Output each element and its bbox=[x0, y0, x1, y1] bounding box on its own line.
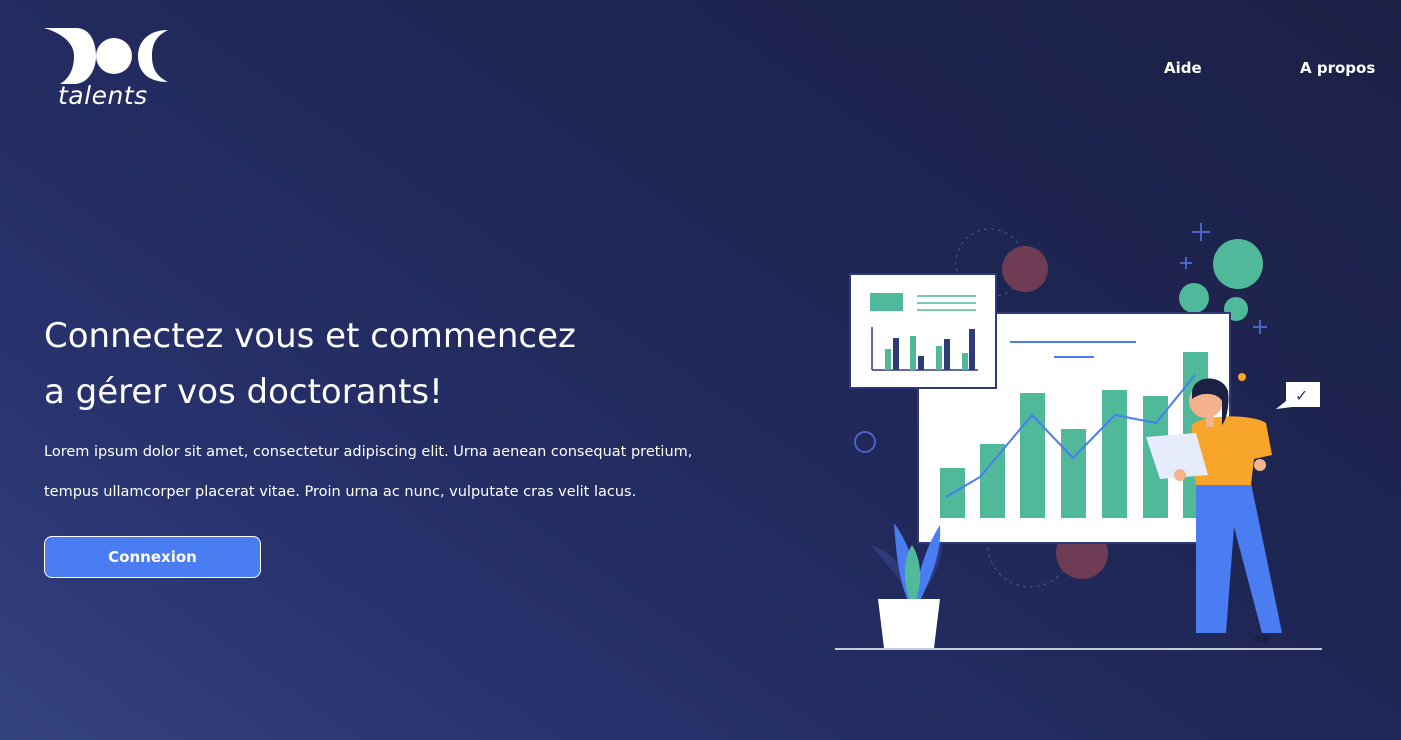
hero-description-line-1: Lorem ipsum dolor sit amet, consectetur … bbox=[44, 444, 693, 460]
logo-wordmark: talents bbox=[58, 81, 148, 110]
nav-link-apropos[interactable]: A propos bbox=[1300, 58, 1375, 78]
main-bar bbox=[1020, 393, 1045, 518]
checkmark-icon: ✓ bbox=[1295, 386, 1308, 405]
hero-description-line-2: tempus ullamcorper placerat vitae. Proin… bbox=[44, 484, 637, 500]
plant-icon bbox=[870, 523, 942, 648]
main-bar bbox=[1102, 390, 1127, 518]
decor-maroon-circle-top bbox=[1002, 246, 1048, 292]
connexion-button[interactable]: Connexion bbox=[44, 536, 261, 578]
logo-d-shape bbox=[44, 28, 96, 84]
decor-outline-circle bbox=[854, 431, 876, 453]
hero-title: Connectez vous et commencez a gérer vos … bbox=[44, 308, 764, 420]
nav-link-aide[interactable]: Aide bbox=[1164, 58, 1202, 78]
logo-c-shape bbox=[138, 30, 168, 82]
decor-teal-bubble-large bbox=[1213, 239, 1263, 289]
main-bar bbox=[1061, 429, 1086, 518]
dashboard-illustration: ✓ bbox=[835, 223, 1322, 650]
checkmark-bubble: ✓ bbox=[1276, 382, 1320, 409]
decor-teal-bubble-medium bbox=[1179, 283, 1209, 313]
hero-title-line-2: a gérer vos doctorants! bbox=[44, 372, 443, 412]
hero-description: Lorem ipsum dolor sit amet, consectetur … bbox=[44, 432, 774, 512]
hero-title-line-1: Connectez vous et commencez bbox=[44, 316, 576, 356]
logo-o-shape bbox=[96, 38, 132, 74]
main-bar bbox=[980, 444, 1005, 518]
